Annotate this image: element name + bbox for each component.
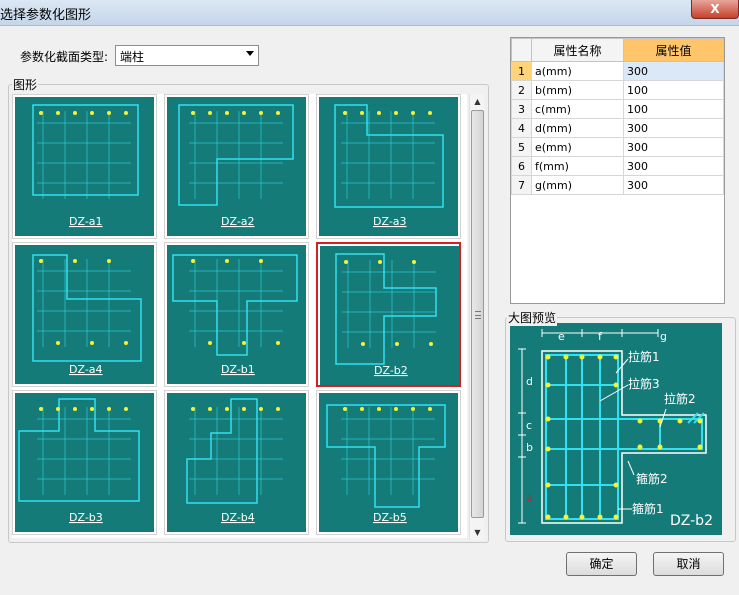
thumbnail-label: DZ-a3 (373, 215, 407, 228)
property-table: 属性名称 属性值 1 a(mm) 300 2 b(mm) 100 3 c(mm) 100 4 d(m… (510, 37, 725, 304)
row-index: 7 (511, 175, 532, 195)
index-header (511, 38, 532, 62)
property-value[interactable]: 300 (623, 61, 724, 81)
shape-thumbnail[interactable]: DZ-b4 (164, 390, 309, 535)
property-name: a(mm) (531, 61, 624, 81)
property-name: c(mm) (531, 99, 624, 119)
chevron-down-icon (246, 51, 254, 56)
thumbnail-drawing: DZ-b3 (15, 393, 154, 532)
thumbnail-label: DZ-a2 (221, 215, 255, 228)
thumbnail-label: DZ-a1 (69, 215, 103, 228)
preview-shape-name: DZ-b2 (670, 513, 713, 529)
property-row[interactable]: 7 g(mm) 300 (511, 175, 724, 195)
thumbnail-drawing: DZ-a1 (15, 97, 154, 236)
annotation-tie-2: 拉筋2 (664, 391, 696, 406)
thumbnail-drawing: DZ-b2 (320, 246, 459, 385)
thumbnail-label: DZ-b3 (69, 511, 103, 524)
annotation-tie-3: 拉筋3 (628, 376, 660, 391)
ok-button[interactable]: 确定 (566, 552, 637, 576)
shape-thumbnail[interactable]: DZ-a4 (12, 242, 157, 387)
title-bar: 选择参数化图形 X (0, 0, 739, 26)
thumbnail-drawing: DZ-a3 (319, 97, 458, 236)
shapes-group-label: 图形 (12, 76, 39, 93)
thumbnail-scrollbar[interactable]: ▲ ▼ (469, 94, 484, 540)
section-type-select[interactable]: 端柱 (115, 45, 259, 66)
window-title: 选择参数化图形 (0, 8, 92, 23)
property-name: b(mm) (531, 80, 624, 100)
shape-thumbnail[interactable]: DZ-b3 (12, 390, 157, 535)
dim-label-a: a (526, 491, 533, 504)
preview-label: 大图预览 (507, 309, 558, 326)
section-type-label: 参数化截面类型: (20, 50, 109, 64)
annotation-stirrup-1: 箍筋1 (632, 501, 664, 516)
thumbnail-drawing: DZ-b1 (167, 245, 306, 384)
shape-thumbnail[interactable]: DZ-a2 (164, 94, 309, 239)
property-name: e(mm) (531, 137, 624, 157)
thumbnail-drawing: DZ-a4 (15, 245, 154, 384)
preview-drawing: e f g d c b a 拉筋1 拉筋3 拉筋2 箍筋2 箍筋1 DZ-b2 (510, 323, 722, 535)
thumbnail-label: DZ-b2 (374, 364, 408, 377)
property-row[interactable]: 2 b(mm) 100 (511, 80, 724, 100)
property-name: g(mm) (531, 175, 624, 195)
dim-label-c: c (526, 419, 532, 432)
row-index: 4 (511, 118, 532, 138)
dim-label-g: g (660, 330, 667, 343)
property-value[interactable]: 100 (623, 99, 724, 119)
thumbnail-drawing: DZ-b4 (167, 393, 306, 532)
row-index: 6 (511, 156, 532, 176)
scroll-down-icon[interactable]: ▼ (470, 525, 485, 540)
dim-label-d: d (526, 375, 533, 388)
property-row[interactable]: 1 a(mm) 300 (511, 61, 724, 81)
property-row[interactable]: 3 c(mm) 100 (511, 99, 724, 119)
cancel-button[interactable]: 取消 (653, 552, 724, 576)
shape-thumbnail-grid: DZ-a1 DZ-a2 DZ-a3 DZ-a4 DZ-b1 DZ-b2 DZ-b3 DZ-b4… (12, 94, 467, 538)
property-value[interactable]: 300 (623, 118, 724, 138)
value-header: 属性值 (623, 38, 724, 62)
annotation-tie-1: 拉筋1 (628, 349, 660, 364)
property-row[interactable]: 5 e(mm) 300 (511, 137, 724, 157)
thumbnail-label: DZ-b4 (221, 511, 255, 524)
property-name: d(mm) (531, 118, 624, 138)
row-index: 5 (511, 137, 532, 157)
property-row[interactable]: 4 d(mm) 300 (511, 118, 724, 138)
property-value[interactable]: 300 (623, 175, 724, 195)
property-table-header: 属性名称 属性值 (511, 38, 724, 62)
shape-thumbnail[interactable]: DZ-b5 (316, 390, 461, 535)
annotation-stirrup-2: 箍筋2 (636, 471, 668, 486)
property-name: f(mm) (531, 156, 624, 176)
property-value[interactable]: 300 (623, 156, 724, 176)
shape-thumbnail[interactable]: DZ-b2 (316, 242, 461, 387)
dim-label-b: b (526, 441, 533, 454)
thumbnail-label: DZ-b1 (221, 363, 255, 376)
dim-label-e: e (558, 330, 565, 343)
close-button[interactable]: X (691, 0, 739, 19)
property-row[interactable]: 6 f(mm) 300 (511, 156, 724, 176)
thumbnail-label: DZ-b5 (373, 511, 407, 524)
thumbnail-label: DZ-a4 (69, 363, 103, 376)
property-value[interactable]: 300 (623, 137, 724, 157)
scrollbar-thumb[interactable] (471, 110, 484, 518)
shape-thumbnail[interactable]: DZ-a3 (316, 94, 461, 239)
property-value[interactable]: 100 (623, 80, 724, 100)
shape-thumbnail[interactable]: DZ-b1 (164, 242, 309, 387)
row-index: 1 (511, 61, 532, 81)
name-header: 属性名称 (531, 38, 624, 62)
shape-thumbnail[interactable]: DZ-a1 (12, 94, 157, 239)
section-type-value: 端柱 (120, 50, 145, 64)
scroll-up-icon[interactable]: ▲ (470, 94, 485, 109)
grip-icon (475, 311, 481, 319)
row-index: 2 (511, 80, 532, 100)
row-index: 3 (511, 99, 532, 119)
thumbnail-drawing: DZ-b5 (319, 393, 458, 532)
thumbnail-drawing: DZ-a2 (167, 97, 306, 236)
